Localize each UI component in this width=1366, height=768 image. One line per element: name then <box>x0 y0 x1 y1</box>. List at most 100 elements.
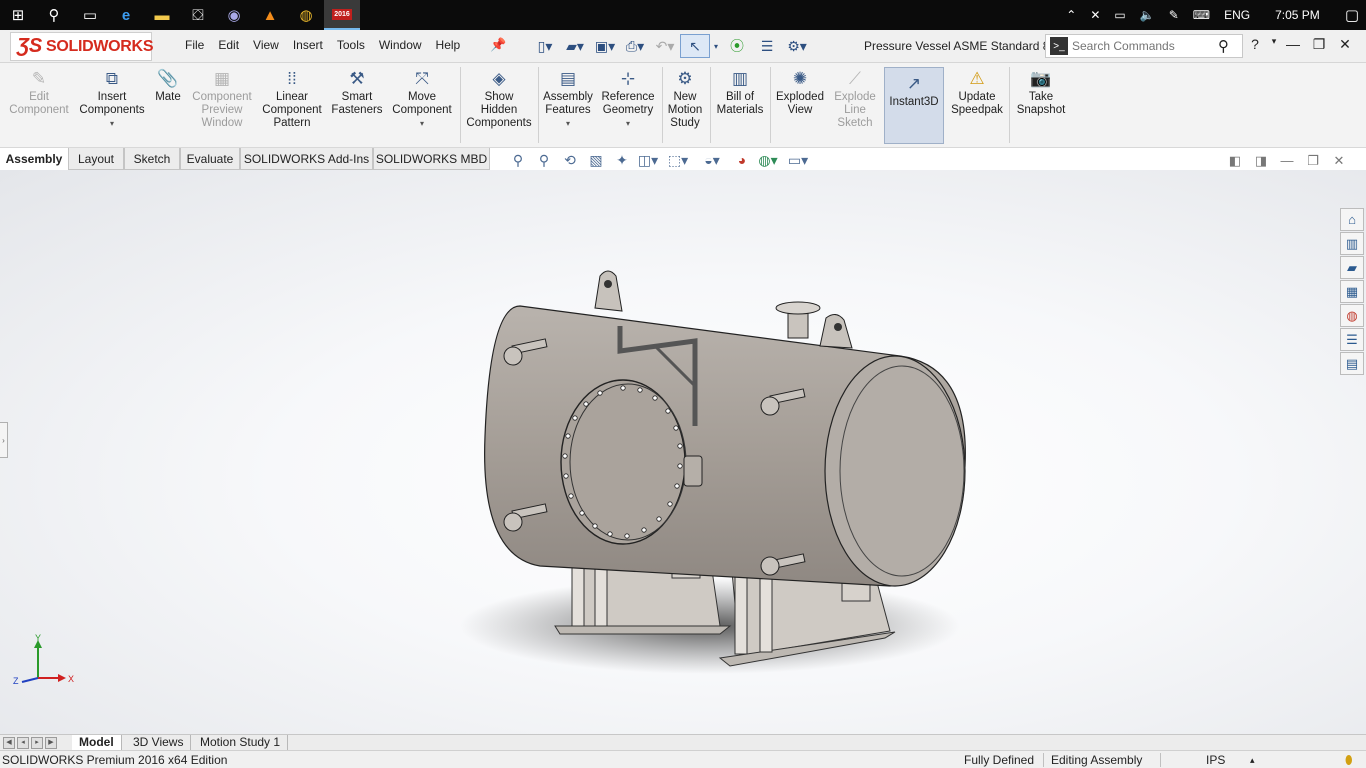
linear-pattern-button[interactable]: ⁞⁞ Linear Component Pattern <box>258 67 326 130</box>
previous-tab-icon[interactable]: ◂ <box>17 737 29 749</box>
tab-layout[interactable]: Layout <box>68 148 124 170</box>
clock[interactable]: 7:05 PM <box>1257 8 1338 22</box>
chrome-icon[interactable]: ◍ <box>288 0 324 30</box>
explode-line-sketch-button[interactable]: ⟋ Explode Line Sketch <box>830 67 880 130</box>
exploded-view-button[interactable]: ✺ Exploded View <box>772 67 828 117</box>
store-icon[interactable]: ⛋ <box>180 0 216 30</box>
print-icon[interactable]: ⎙▾ <box>620 34 650 58</box>
open-folder-icon[interactable]: ▰▾ <box>560 34 590 58</box>
solidworks-forum-icon[interactable]: ▤ <box>1340 352 1364 375</box>
first-tab-icon[interactable]: ◀ <box>3 737 15 749</box>
view-selector-icon[interactable]: ◫▾ <box>635 152 661 169</box>
pin-icon[interactable]: 📌 <box>490 37 506 53</box>
show-hidden-components-button[interactable]: ◈ Show Hidden Components <box>464 67 534 130</box>
select-pointer-icon[interactable]: ↖ <box>680 34 710 58</box>
magnifier-icon[interactable]: ⚲ <box>1218 37 1229 55</box>
appearances-scenes-icon[interactable]: ◍ <box>1340 304 1364 327</box>
take-snapshot-button[interactable]: 📷 Take Snapshot <box>1012 67 1070 117</box>
unit-menu-up-icon[interactable]: ▴ <box>1250 755 1255 766</box>
restore-icon[interactable]: ❐ <box>1306 36 1332 53</box>
graphics-area[interactable]: › Y X Z <box>0 170 1366 734</box>
update-speedpak-button[interactable]: ⚠ Update Speedpak <box>948 67 1006 117</box>
notifications-icon[interactable]: ▢ <box>1338 6 1366 24</box>
windows-start-icon[interactable]: ⊞ <box>0 0 36 30</box>
chevron-down-icon[interactable]: ▾ <box>540 117 596 130</box>
network-icon[interactable]: ✕ <box>1083 8 1107 22</box>
viewport-minimize-icon[interactable]: — <box>1274 153 1300 169</box>
edit-component-button[interactable]: ✎ Edit Component <box>4 67 74 117</box>
chevron-up-icon[interactable]: ⌃ <box>1059 8 1083 22</box>
help-icon[interactable]: ? <box>1242 36 1268 53</box>
help-dropdown-icon[interactable]: ▾ <box>1268 36 1280 53</box>
battery-icon[interactable]: ▭ <box>1107 8 1132 22</box>
viewport-close-icon[interactable]: ✕ <box>1326 153 1352 169</box>
previous-view-icon[interactable]: ⟲ <box>557 152 583 169</box>
menu-insert[interactable]: Insert <box>286 38 330 52</box>
pen-icon[interactable]: ✎ <box>1162 8 1186 22</box>
tab-solidworks-add-ins[interactable]: SOLIDWORKS Add-Ins <box>240 148 373 170</box>
keyboard-icon[interactable]: ⌨ <box>1186 8 1217 22</box>
close-icon[interactable]: ✕ <box>1332 36 1358 53</box>
undo-icon[interactable]: ↶▾ <box>650 34 680 58</box>
move-component-button[interactable]: ⤧ Move Component ▾ <box>388 67 456 130</box>
menu-edit[interactable]: Edit <box>211 38 246 52</box>
reference-geometry-button[interactable]: ⊹ Reference Geometry ▾ <box>598 67 658 130</box>
tab-sketch[interactable]: Sketch <box>124 148 180 170</box>
search-commands-box[interactable]: >_ ⚲ <box>1045 34 1243 58</box>
volume-icon[interactable]: 🔈 <box>1133 8 1162 22</box>
save-icon[interactable]: ▣▾ <box>590 34 620 58</box>
scene-icon[interactable]: ◍▾ <box>755 152 781 169</box>
zoom-to-fit-icon[interactable]: ⚲ <box>505 152 531 169</box>
custom-properties-icon[interactable]: ☰ <box>1340 328 1364 351</box>
media-app-icon[interactable]: ◉ <box>216 0 252 30</box>
tab-evaluate[interactable]: Evaluate <box>180 148 240 170</box>
search-icon[interactable]: ⚲ <box>36 0 72 30</box>
solidworks-logo[interactable]: ƷS SOLIDWORKS <box>10 32 154 61</box>
solidworks-app-icon[interactable]: 2016 <box>324 0 360 30</box>
last-tab-icon[interactable]: ▶ <box>45 737 57 749</box>
task-view-icon[interactable]: ▭ <box>72 0 108 30</box>
solidworks-resources-home-icon[interactable]: ⌂ <box>1340 208 1364 231</box>
tab-motion-study-1[interactable]: Motion Study 1 <box>193 735 289 750</box>
menu-help[interactable]: Help <box>429 38 468 52</box>
search-input[interactable] <box>1072 39 1212 53</box>
menu-window[interactable]: Window <box>372 38 429 52</box>
assembly-features-button[interactable]: ▤ Assembly Features ▾ <box>540 67 596 130</box>
zoom-to-area-icon[interactable]: ⚲ <box>531 152 557 169</box>
instant3d-button[interactable]: ↗ Instant3D <box>884 67 944 144</box>
tile-right-icon[interactable]: ◨ <box>1248 153 1274 169</box>
select-dropdown-icon[interactable]: ▾ <box>710 34 722 58</box>
dynamic-annotation-icon[interactable]: ✦ <box>609 152 635 169</box>
next-tab-icon[interactable]: ▸ <box>31 737 43 749</box>
component-preview-button[interactable]: ▦ Component Preview Window <box>188 67 256 130</box>
menu-file[interactable]: File <box>178 38 211 52</box>
new-document-icon[interactable]: ▯▾ <box>530 34 560 58</box>
rebuild-traffic-light-icon[interactable]: ⦿ <box>722 34 752 58</box>
language-indicator[interactable]: ENG <box>1217 8 1257 22</box>
section-view-icon[interactable]: ▧ <box>583 152 609 169</box>
pressure-vessel-model[interactable] <box>440 266 1000 686</box>
options-gear-icon[interactable]: ⚙▾ <box>782 34 812 58</box>
file-explorer-icon[interactable]: ▬ <box>144 0 180 30</box>
insert-components-button[interactable]: ⧉ Insert Components ▾ <box>76 67 148 130</box>
display-style-icon[interactable]: ◒▾ <box>695 152 729 169</box>
file-explorer-folder-icon[interactable]: ▰ <box>1340 256 1364 279</box>
chevron-down-icon[interactable]: ▾ <box>76 117 148 130</box>
chevron-down-icon[interactable]: ▾ <box>388 117 456 130</box>
new-motion-study-button[interactable]: ⚙ New Motion Study <box>664 67 706 130</box>
design-library-icon[interactable]: ▥ <box>1340 232 1364 255</box>
tab-3d-views[interactable]: 3D Views <box>126 735 192 750</box>
rebuild-status-icon[interactable]: ⬮ <box>1345 753 1353 768</box>
menu-view[interactable]: View <box>246 38 286 52</box>
feature-manager-expand-handle[interactable]: › <box>0 422 8 458</box>
chevron-down-icon[interactable]: ▾ <box>598 117 658 130</box>
tile-left-icon[interactable]: ◧ <box>1222 153 1248 169</box>
smart-fasteners-button[interactable]: ⚒ Smart Fasteners <box>328 67 386 117</box>
view-settings-icon[interactable]: ▭▾ <box>781 152 815 169</box>
view-orientation-icon[interactable]: ⬚▾ <box>661 152 695 169</box>
viewport-restore-icon[interactable]: ❐ <box>1300 153 1326 169</box>
vlc-icon[interactable]: ▲ <box>252 0 288 30</box>
tab-solidworks-mbd[interactable]: SOLIDWORKS MBD <box>373 148 490 170</box>
view-palette-icon[interactable]: ▦ <box>1340 280 1364 303</box>
menu-tools[interactable]: Tools <box>330 38 372 52</box>
